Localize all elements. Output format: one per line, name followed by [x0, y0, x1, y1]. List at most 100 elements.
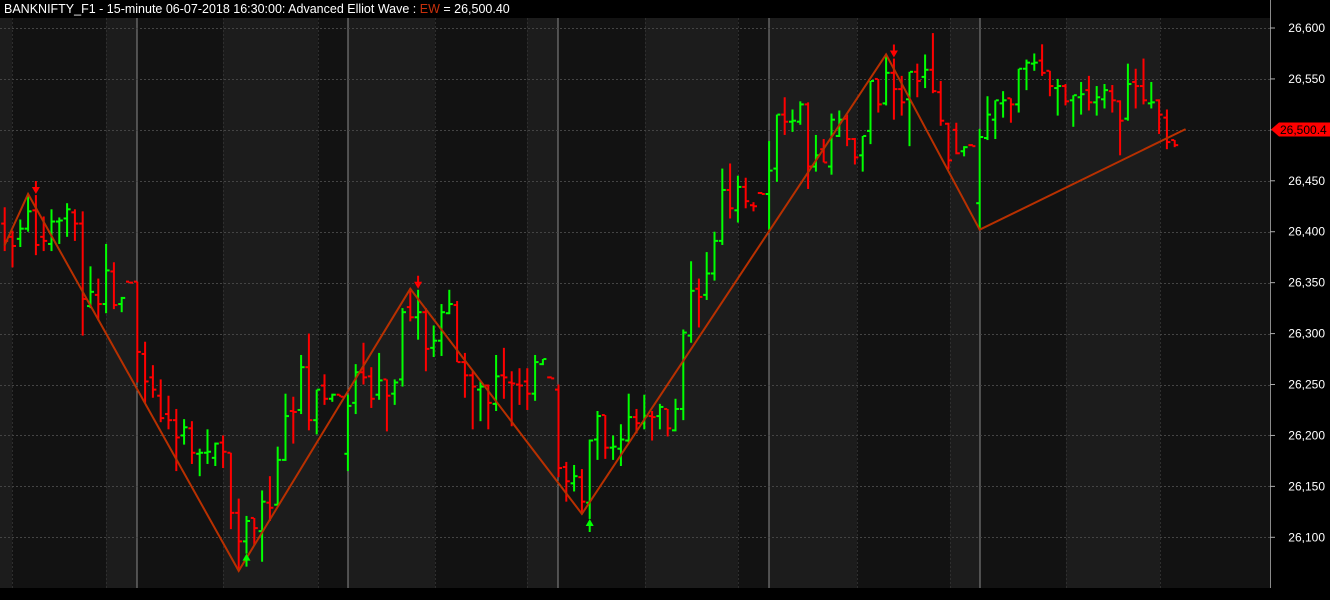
bar-range — [729, 163, 732, 219]
bar-close-tick — [161, 417, 165, 420]
bar-open-tick — [422, 311, 426, 314]
bar-range — [908, 71, 911, 147]
bar-open-tick — [1030, 62, 1034, 65]
bar-range — [19, 219, 22, 247]
bar-close-tick — [52, 220, 55, 223]
bar-close-tick — [863, 134, 867, 137]
bar-range — [1095, 86, 1098, 116]
bar-open-tick — [321, 384, 324, 387]
bar-range — [136, 281, 139, 383]
bar-close-tick — [894, 88, 898, 91]
bar-close-tick — [317, 388, 321, 391]
bar-open-tick — [508, 381, 512, 384]
bar-range — [105, 243, 108, 314]
bar-close-tick — [988, 113, 991, 116]
bar-open-tick — [438, 339, 441, 342]
bar-range — [939, 80, 942, 126]
bar-open-tick — [1155, 99, 1159, 102]
wave-pivot — [580, 512, 583, 515]
bar-open-tick — [913, 70, 917, 73]
bar-range — [924, 54, 927, 89]
bar-range — [596, 410, 599, 460]
bar-close-tick — [910, 70, 913, 73]
bar-close-tick — [777, 113, 781, 116]
axis-tick-label: 26,200 — [1288, 428, 1325, 442]
bar-range — [307, 333, 310, 431]
bar-range — [1048, 70, 1051, 97]
bar-open-tick — [352, 401, 356, 404]
bar-close-tick — [176, 436, 180, 439]
bar-open-tick — [149, 376, 153, 379]
bar-close-tick — [410, 316, 414, 319]
bar-range — [268, 476, 271, 522]
session-band — [1160, 18, 1270, 588]
bar-close-tick — [535, 361, 539, 364]
bar-open-tick — [235, 511, 239, 514]
bar-open-tick — [266, 501, 270, 504]
session-band — [738, 18, 769, 588]
bar-close-tick — [332, 393, 336, 396]
bar-range — [931, 33, 934, 94]
axis-background — [1270, 0, 1330, 600]
bar-open-tick — [227, 451, 231, 454]
bar-range — [1017, 68, 1020, 113]
bar-open-tick — [578, 476, 582, 479]
wave-pivot — [885, 53, 888, 56]
bar-open-tick — [102, 303, 106, 306]
bar-close-tick — [434, 339, 438, 342]
bar-open-tick — [1171, 139, 1175, 142]
bar-close-tick — [668, 427, 672, 430]
bar-close-tick — [98, 303, 102, 306]
bar-range — [1080, 81, 1083, 115]
bar-open-tick — [1124, 117, 1128, 120]
bar-close-tick — [504, 376, 508, 379]
session-band — [769, 18, 857, 588]
bar-close-tick — [1097, 96, 1101, 99]
bar-open-tick — [48, 242, 51, 245]
bar-open-tick — [71, 211, 75, 214]
bar-close-tick — [582, 500, 586, 503]
price-chart[interactable]: 26,100 26,150 26,200 26,250 26,300 26,350 26,4… — [0, 0, 1330, 600]
axis-tick-label: 26,400 — [1288, 225, 1325, 239]
bar-close-tick — [67, 208, 71, 211]
bar-close-tick — [683, 331, 687, 334]
bar-open-tick — [375, 393, 379, 396]
bar-range — [97, 278, 100, 321]
bar-open-tick — [726, 188, 730, 191]
bar-range — [456, 300, 459, 363]
session-band — [527, 18, 558, 588]
bar-open-tick — [999, 102, 1003, 105]
bar-open-tick — [695, 287, 699, 290]
bar-close-tick — [707, 272, 711, 275]
bar-open-tick — [523, 380, 527, 383]
bar-close-tick — [824, 161, 828, 164]
session-band — [980, 18, 1066, 588]
wave-pivot — [409, 287, 412, 290]
bar-close-tick — [403, 311, 406, 314]
bar-open-tick — [828, 165, 831, 168]
bar-open-tick — [344, 452, 348, 455]
bar-close-tick — [1128, 83, 1132, 86]
bar-close-tick — [231, 511, 235, 514]
bar-range — [830, 113, 833, 175]
bar-open-tick — [32, 209, 36, 212]
bar-close-tick — [520, 384, 523, 387]
bar-range — [986, 96, 989, 141]
bar-open-tick — [500, 374, 504, 377]
bar-close-tick — [917, 79, 921, 82]
bar-close-tick — [13, 244, 16, 247]
bar-open-tick — [625, 439, 629, 442]
bar-close-tick — [590, 439, 594, 442]
bar-close-tick — [137, 350, 141, 353]
bar-close-tick — [559, 467, 562, 470]
bar-close-tick — [878, 103, 882, 106]
bar-open-tick — [406, 306, 410, 309]
bar-open-tick — [570, 482, 574, 485]
bar-range — [214, 442, 217, 466]
bar-range — [877, 78, 880, 113]
price-axis[interactable]: 26,100 26,150 26,200 26,250 26,300 26,350 26,4… — [1270, 0, 1330, 600]
bar-range — [229, 452, 232, 530]
bar-open-tick — [781, 113, 785, 116]
bar-range — [89, 266, 92, 309]
session-band — [137, 18, 223, 588]
